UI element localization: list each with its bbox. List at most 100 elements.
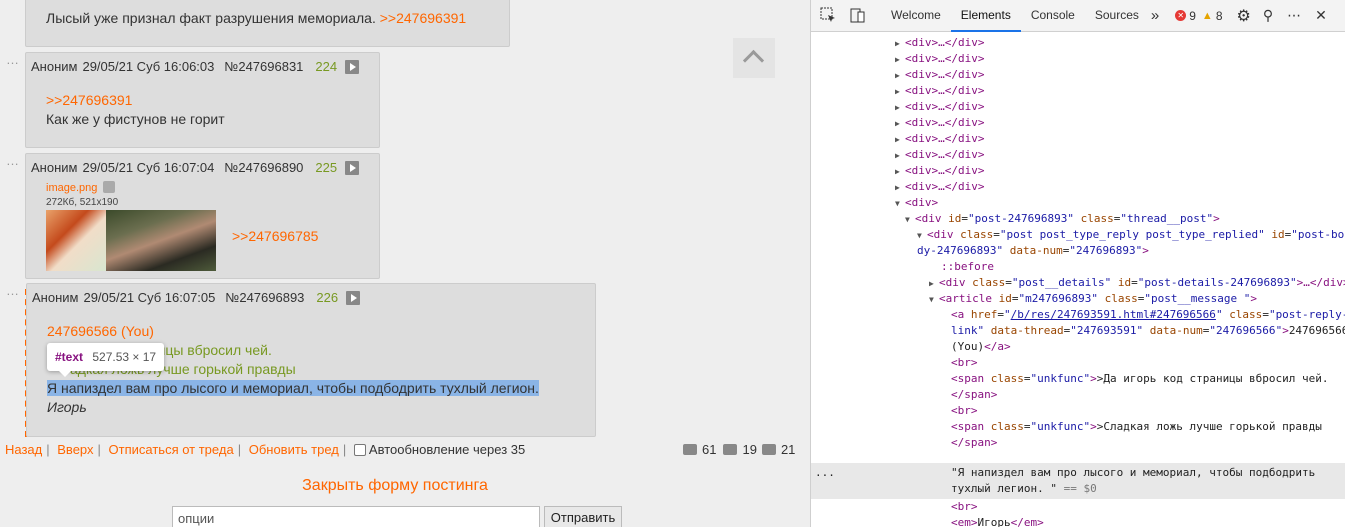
dom-node[interactable]: ▼ <div>: [895, 195, 938, 212]
warning-icon: ▲: [1201, 9, 1213, 22]
reply-link[interactable]: >>247696391: [46, 91, 225, 110]
file-name-link[interactable]: image.png: [46, 182, 97, 194]
post-author: Аноним: [31, 59, 78, 74]
post-225: Аноним 29/05/21 Суб 16:07:04 №247696890 …: [25, 153, 380, 279]
autoupdate-checkbox[interactable]: [353, 444, 366, 456]
nav-back-link[interactable]: Назад: [5, 442, 42, 457]
reply-link[interactable]: >>247696785: [232, 228, 318, 244]
tab-elements[interactable]: Elements: [950, 0, 1021, 32]
post-details: Аноним 29/05/21 Суб 16:07:05 №247696893 …: [32, 290, 361, 305]
error-badge[interactable]: ✕ 9 ▲ 8: [1175, 8, 1223, 23]
dom-node[interactable]: ▼ <div class="post post_type_reply post_t…: [917, 227, 1344, 244]
customize-icon[interactable]: ⚲: [1263, 7, 1273, 24]
dom-node[interactable]: ▶ <div>…</div>: [895, 99, 984, 116]
tooltip-node-name: #text: [55, 350, 84, 364]
reply-link[interactable]: 247696566 (You): [47, 322, 539, 341]
devtools-toolbar: Welcome Elements Console Sources » ✕ 9 ▲…: [811, 0, 1345, 32]
dom-node-continued: dy-247696893" data-num="247696893">: [917, 244, 1149, 257]
more-tabs-icon[interactable]: »: [1151, 7, 1159, 24]
dom-node-close: </span>: [951, 436, 998, 449]
dom-node[interactable]: ▶ <div>…</div>: [895, 67, 984, 84]
post-menu-dots[interactable]: …: [6, 52, 20, 67]
post-date: 29/05/21 Суб 16:07:05: [83, 290, 216, 305]
thread-nav: Назад | Вверх | Отписаться от треда | Обнов…: [5, 442, 526, 457]
dom-node[interactable]: ▶ <div>…</div>: [895, 179, 984, 196]
dom-text-node-continued: тухлый легион. " == $0: [951, 482, 1097, 495]
dom-node[interactable]: <a href="/b/res/247693591.html#247696566…: [951, 307, 1345, 323]
send-button[interactable]: Отправить: [544, 506, 622, 527]
close-devtools-icon[interactable]: ✕: [1315, 7, 1327, 24]
post-details: Аноним 29/05/21 Суб 16:06:03 №247696831 …: [31, 59, 360, 74]
dom-node[interactable]: <em>Игорь</em>: [951, 515, 1044, 527]
post-message: >>247696391 Как же у фистунов не горит: [46, 91, 225, 129]
selected-text-node: Я напиздел вам про лысого и мемориал, чт…: [47, 380, 539, 396]
file-meta: 272Кб, 521x190: [46, 197, 119, 208]
images-icon: [723, 444, 738, 455]
nav-unsubscribe-link[interactable]: Отписаться от треда: [109, 442, 234, 457]
post-number[interactable]: №247696890: [224, 160, 303, 175]
images-count: 19: [742, 442, 757, 457]
dom-br[interactable]: <br>: [951, 403, 978, 419]
close-posting-form-link[interactable]: Закрыть форму постинга: [0, 477, 790, 495]
dom-node-close: </span>: [951, 388, 998, 401]
post-224: Аноним 29/05/21 Суб 16:06:03 №247696831 …: [25, 52, 380, 148]
post-number[interactable]: №247696831: [224, 59, 303, 74]
dom-text-node[interactable]: "Я напиздел вам про лысого и мемориал, ч…: [951, 465, 1315, 481]
magnifier-icon[interactable]: [103, 181, 116, 193]
dom-br[interactable]: <br>: [951, 355, 978, 371]
scroll-to-top-button[interactable]: [733, 38, 775, 78]
dom-selection-ellipsis[interactable]: ...: [815, 465, 835, 481]
post-menu-dots[interactable]: …: [6, 153, 20, 168]
error-count: 9: [1189, 8, 1196, 23]
users-count: 21: [780, 442, 796, 457]
thumbnail-image[interactable]: [46, 210, 216, 271]
nav-refresh-link[interactable]: Обновить тред: [249, 442, 339, 457]
posts-count: 61: [702, 442, 717, 457]
inspect-element-icon[interactable]: [819, 6, 839, 26]
dom-br[interactable]: <br>: [951, 499, 978, 515]
tab-sources[interactable]: Sources: [1085, 0, 1149, 32]
more-options-icon[interactable]: ⋯: [1287, 7, 1301, 24]
dom-node[interactable]: ▶ <div class="post__details" id="post-det…: [929, 275, 1345, 292]
dom-node[interactable]: ▼ <article id="m247696893" class="post__m…: [929, 291, 1257, 308]
devtools-panel: Welcome Elements Console Sources » ✕ 9 ▲…: [810, 0, 1345, 527]
device-toolbar-icon[interactable]: [849, 6, 869, 26]
tooltip-node-size: 527.53 × 17: [92, 350, 157, 364]
dom-pseudo-before[interactable]: ::before: [941, 259, 994, 275]
post-menu-dots[interactable]: …: [6, 283, 20, 298]
post-number[interactable]: №247696893: [225, 290, 304, 305]
file-info: image.png 272Кб, 521x190: [46, 181, 118, 208]
nav-up-link[interactable]: Вверх: [57, 442, 93, 457]
tab-welcome[interactable]: Welcome: [881, 0, 951, 32]
post-author: Аноним: [31, 160, 78, 175]
play-icon[interactable]: [345, 59, 360, 74]
autoupdate-label: Автообновление через 35: [368, 442, 526, 457]
posts-icon: [683, 444, 697, 455]
post-author: Аноним: [32, 290, 79, 305]
post-count: 224: [315, 59, 338, 74]
post-text: Как же у фистунов не горит: [46, 111, 225, 127]
dom-node[interactable]: ▶ <div>…</div>: [895, 131, 984, 148]
dom-node[interactable]: ▶ <div>…</div>: [895, 51, 984, 68]
dom-node[interactable]: ▶ <div>…</div>: [895, 83, 984, 100]
dom-node[interactable]: ▶ <div>…</div>: [895, 163, 984, 180]
post-message: >>247696785: [232, 227, 318, 246]
dom-node[interactable]: ▶ <div>…</div>: [895, 147, 984, 164]
error-icon: ✕: [1175, 10, 1187, 21]
dom-node[interactable]: <span class="unkfunc">>Да игорь код стра…: [951, 371, 1329, 387]
dom-node[interactable]: ▶ <div>…</div>: [895, 35, 984, 52]
dom-node[interactable]: <span class="unkfunc">>Сладкая ложь лучш…: [951, 419, 1322, 435]
tab-console[interactable]: Console: [1021, 0, 1085, 32]
dom-node-continued: (You)</a>: [951, 340, 1011, 353]
dom-node[interactable]: ▼ <div id="post-247696893" class="thread_…: [905, 211, 1220, 228]
reply-link[interactable]: >>247696391: [380, 10, 466, 26]
options-input[interactable]: опции: [172, 506, 540, 527]
post-partial: Лысый уже признал факт разрушения мемори…: [25, 0, 510, 47]
settings-gear-icon[interactable]: ⚙: [1237, 6, 1251, 26]
post-text: Лысый уже признал факт разрушения мемори…: [46, 10, 376, 26]
inspect-tooltip: #text 527.53 × 17: [47, 343, 165, 377]
play-icon[interactable]: [345, 160, 360, 175]
play-icon[interactable]: [346, 290, 361, 305]
warning-count: 8: [1215, 8, 1223, 23]
dom-node[interactable]: ▶ <div>…</div>: [895, 115, 984, 132]
